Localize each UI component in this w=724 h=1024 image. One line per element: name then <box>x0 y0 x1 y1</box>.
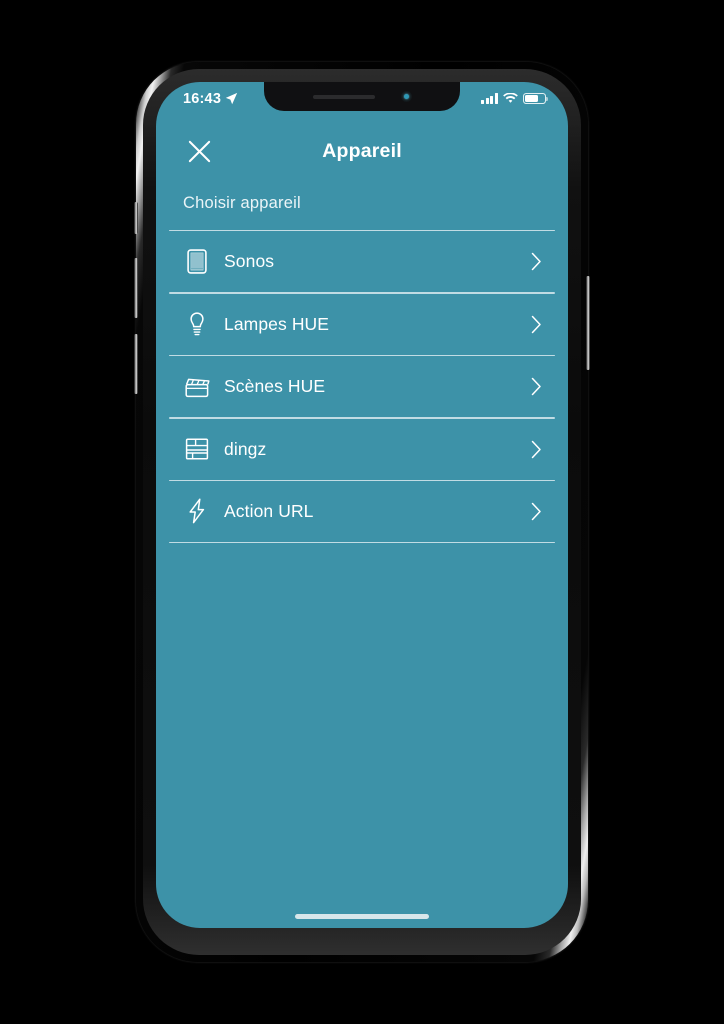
list-item-label: Scènes HUE <box>224 376 326 397</box>
close-button[interactable] <box>182 134 216 168</box>
list-item-lampes-hue[interactable]: Lampes HUE <box>168 294 556 355</box>
list-item-label: Sonos <box>224 251 275 272</box>
screenshot-canvas: 16:43 Appareil Choisir appareil Sonos La… <box>0 0 724 1024</box>
device-list: Sonos Lampes HUE Scènes HUE dingz Action… <box>156 230 568 544</box>
list-item-sonos[interactable]: Sonos <box>168 231 556 292</box>
status-bar-right <box>481 92 549 105</box>
status-bar: 16:43 <box>156 82 568 112</box>
battery-icon <box>523 92 549 105</box>
mute-switch-button[interactable] <box>134 202 138 234</box>
light-bulb-icon <box>183 310 211 338</box>
list-item-dingz[interactable]: dingz <box>168 419 556 480</box>
list-item-label: dingz <box>224 438 267 459</box>
list-divider <box>169 479 555 481</box>
speaker-grille-icon <box>183 248 211 276</box>
status-bar-left: 16:43 <box>183 91 238 107</box>
list-item-action-url[interactable]: Action URL <box>168 481 556 542</box>
lightning-bolt-icon <box>183 497 211 525</box>
chevron-right-icon <box>526 314 546 334</box>
list-item-scenes-hue[interactable]: Scènes HUE <box>168 356 556 417</box>
wifi-icon <box>503 93 518 103</box>
list-divider <box>169 541 555 544</box>
phone-screen: 16:43 Appareil Choisir appareil Sonos La… <box>156 82 568 928</box>
list-divider <box>169 354 555 357</box>
list-divider <box>169 417 555 419</box>
status-bar-clock: 16:43 <box>183 90 222 107</box>
close-x-icon <box>188 140 210 162</box>
chevron-right-icon <box>526 252 546 272</box>
volume-down-button[interactable] <box>134 334 138 394</box>
location-arrow-icon <box>225 92 238 105</box>
wall-switch-panel-icon <box>183 435 211 463</box>
volume-up-button[interactable] <box>134 258 138 318</box>
phone-device-frame: 16:43 Appareil Choisir appareil Sonos La… <box>134 62 590 962</box>
list-divider <box>169 292 555 294</box>
chevron-right-icon <box>526 501 546 521</box>
power-button[interactable] <box>586 276 590 370</box>
app-container: Appareil Choisir appareil Sonos Lampes H… <box>156 82 568 928</box>
section-label: Choisir appareil <box>183 194 301 212</box>
chevron-right-icon <box>526 439 546 459</box>
clapperboard-icon <box>183 373 211 401</box>
navigation-bar: Appareil <box>156 112 568 190</box>
page-title: Appareil <box>322 139 402 162</box>
list-item-label: Lampes HUE <box>224 313 330 334</box>
list-item-label: Action URL <box>224 500 314 521</box>
chevron-right-icon <box>526 377 546 397</box>
cellular-signal-icon <box>481 93 498 104</box>
home-indicator-bar[interactable] <box>295 914 429 919</box>
